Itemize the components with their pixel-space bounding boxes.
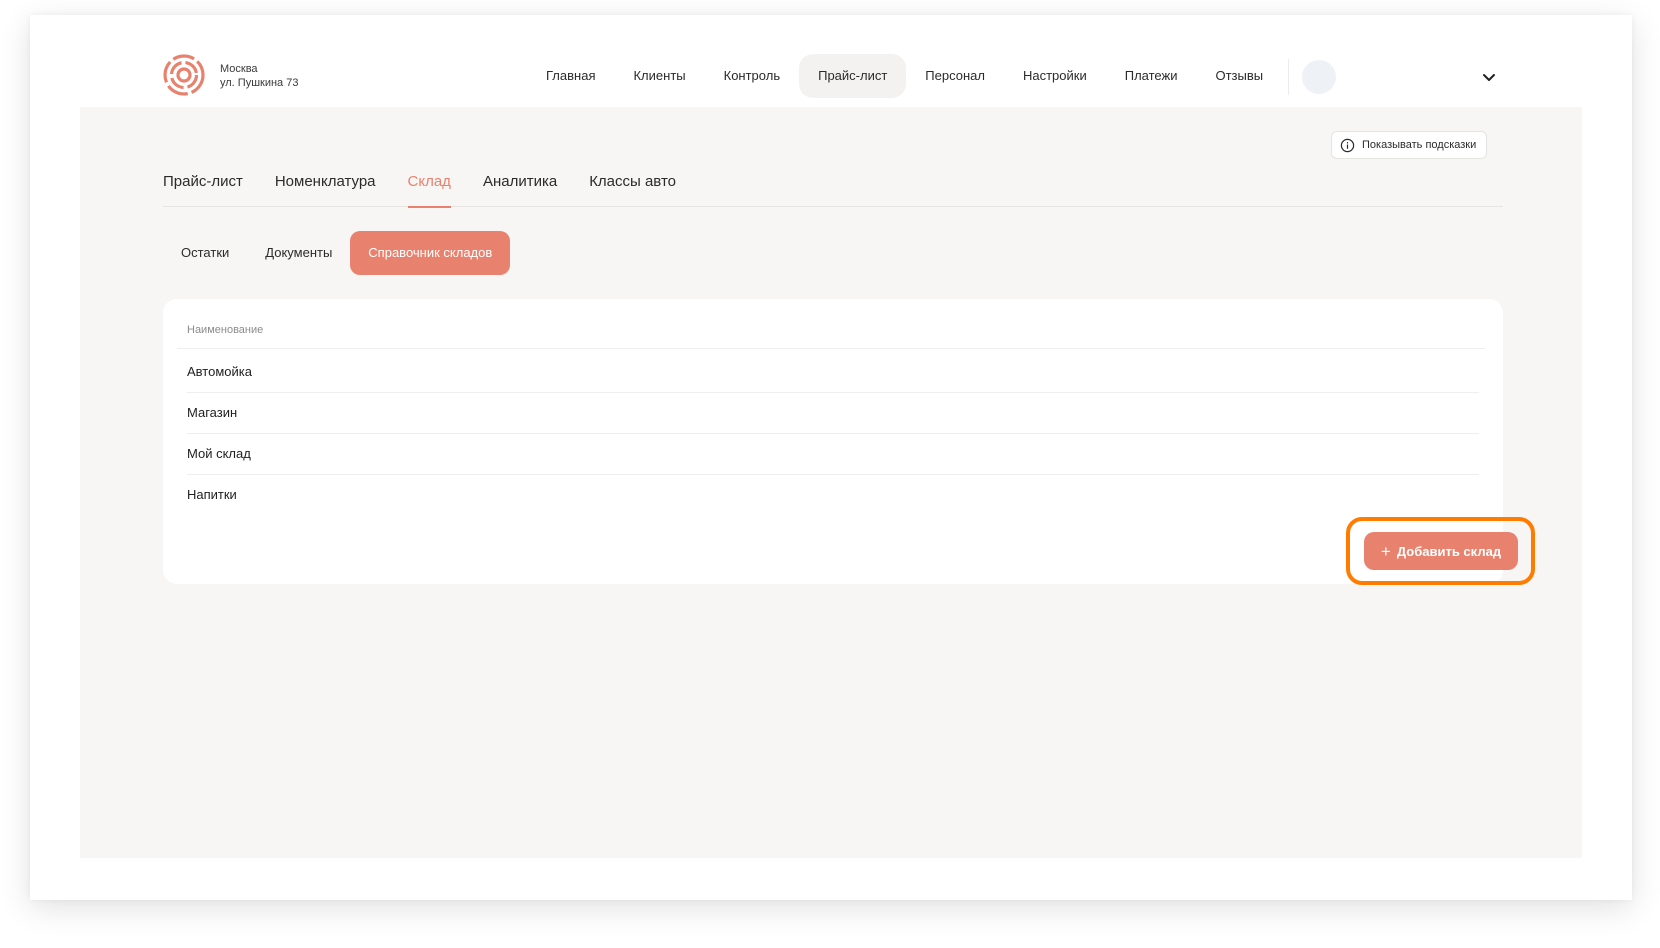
avatar[interactable] bbox=[1302, 60, 1336, 94]
warehouse-subtabs: Остатки Документы Справочник складов bbox=[163, 231, 511, 275]
table-row[interactable]: Мой склад bbox=[187, 432, 1479, 475]
tab-analytics[interactable]: Аналитика bbox=[483, 157, 557, 207]
info-icon bbox=[1340, 138, 1355, 152]
nav-item-staff[interactable]: Персонал bbox=[906, 54, 1004, 98]
location-city: Москва bbox=[220, 63, 258, 75]
warehouse-table-card: Наименование Автомойка Магазин Мой склад… bbox=[163, 299, 1535, 585]
plus-icon: + bbox=[1380, 541, 1391, 561]
nav-item-settings[interactable]: Настройки bbox=[1004, 54, 1106, 98]
location[interactable]: Москва ул. Пушкина 73 bbox=[220, 62, 298, 90]
table-row[interactable]: Магазин bbox=[187, 391, 1479, 434]
nav-item-clients[interactable]: Клиенты bbox=[614, 54, 704, 98]
main-nav: Главная Клиенты Контроль Прайс-лист Перс… bbox=[527, 54, 1282, 98]
add-warehouse-label: Добавить склад bbox=[1396, 543, 1502, 559]
nav-divider bbox=[1288, 59, 1289, 95]
top-bar: Москва ул. Пушкина 73 Главная Клиенты Ко… bbox=[30, 15, 1632, 107]
section-tabs: Прайс-лист Номенклатура Склад Аналитика … bbox=[163, 157, 1503, 208]
tab-car-classes[interactable]: Классы авто bbox=[589, 157, 676, 207]
subtab-stock[interactable]: Остатки bbox=[163, 231, 247, 275]
chevron-down-icon[interactable] bbox=[1480, 68, 1498, 86]
subtab-warehouse-directory[interactable]: Справочник складов bbox=[350, 231, 511, 275]
table-row[interactable]: Автомойка bbox=[187, 350, 1479, 393]
location-address: ул. Пушкина 73 bbox=[220, 77, 299, 89]
table-row[interactable]: Напитки bbox=[187, 473, 1479, 516]
nav-item-price-list[interactable]: Прайс-лист bbox=[799, 54, 907, 98]
show-hints-button[interactable]: Показывать подсказки bbox=[1331, 131, 1488, 159]
tab-warehouse[interactable]: Склад bbox=[407, 157, 452, 208]
subtab-documents[interactable]: Документы bbox=[247, 231, 350, 275]
nav-item-control[interactable]: Контроль bbox=[705, 54, 799, 98]
show-hints-label: Показывать подсказки bbox=[1362, 139, 1477, 151]
nav-item-home[interactable]: Главная bbox=[527, 54, 614, 98]
main-content: Показывать подсказки Прайс-лист Номенкла… bbox=[80, 107, 1582, 858]
app-window: Москва ул. Пушкина 73 Главная Клиенты Ко… bbox=[30, 15, 1632, 900]
add-warehouse-button[interactable]: + Добавить склад bbox=[1364, 532, 1518, 570]
logo-icon bbox=[163, 54, 205, 96]
nav-item-reviews[interactable]: Отзывы bbox=[1196, 54, 1282, 98]
tab-price-list[interactable]: Прайс-лист bbox=[163, 157, 243, 207]
nav-item-payments[interactable]: Платежи bbox=[1106, 54, 1197, 98]
tab-nomenclature[interactable]: Номенклатура bbox=[275, 157, 376, 207]
column-header-name: Наименование bbox=[177, 319, 1485, 349]
